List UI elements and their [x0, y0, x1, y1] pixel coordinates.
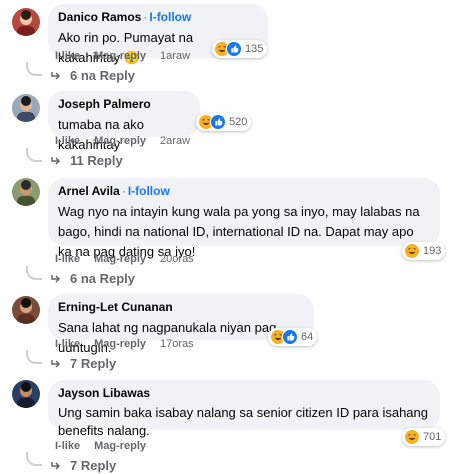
- comment-actions: I-like Mag-reply 17oras: [55, 338, 208, 350]
- avatar[interactable]: [12, 296, 40, 324]
- timestamp[interactable]: 1araw: [160, 50, 190, 62]
- reply-button[interactable]: Mag-reply: [94, 338, 146, 350]
- replies-count: 7 Reply: [70, 356, 117, 371]
- reaction-summary[interactable]: 701: [402, 428, 446, 446]
- like-reaction-icon: [282, 329, 298, 345]
- reaction-count: 520: [229, 116, 248, 128]
- timestamp[interactable]: 2araw: [160, 135, 190, 147]
- follow-button[interactable]: I-follow: [149, 10, 191, 24]
- avatar[interactable]: [12, 8, 40, 36]
- like-button[interactable]: I-like: [55, 50, 80, 62]
- haha-reaction-icon: [404, 429, 420, 445]
- reaction-summary[interactable]: 520: [196, 113, 252, 131]
- avatar[interactable]: [12, 94, 40, 122]
- haha-reaction-icon: [404, 243, 420, 259]
- comment-actions: I-like Mag-reply 20oras: [55, 253, 208, 265]
- reaction-count: 701: [423, 431, 442, 443]
- reply-arrow-icon: [51, 156, 61, 165]
- author-name[interactable]: Arnel Avila: [58, 184, 120, 198]
- reaction-count: 193: [423, 245, 442, 257]
- avatar[interactable]: [12, 178, 40, 206]
- comment-text: Ung samin baka isabay nalang sa senior c…: [58, 405, 428, 438]
- view-replies-button[interactable]: 7 Reply: [50, 458, 116, 473]
- thread-connector: [26, 350, 42, 364]
- reaction-count: 64: [301, 331, 314, 343]
- reply-arrow-icon: [51, 71, 61, 80]
- follow-button[interactable]: I-follow: [128, 184, 170, 198]
- like-button[interactable]: I-like: [55, 440, 80, 452]
- reply-button[interactable]: Mag-reply: [94, 440, 146, 452]
- thread-connector: [26, 148, 42, 162]
- replies-count: 7 Reply: [70, 458, 117, 473]
- thread-connector: [26, 452, 42, 466]
- reaction-summary[interactable]: 193: [402, 242, 446, 260]
- author-name[interactable]: Jayson Libawas: [58, 386, 150, 400]
- reaction-summary[interactable]: 135: [212, 40, 268, 58]
- reply-button[interactable]: Mag-reply: [94, 50, 146, 62]
- timestamp[interactable]: 17oras: [160, 338, 194, 350]
- like-button[interactable]: I-like: [55, 135, 80, 147]
- replies-count: 11 Reply: [70, 153, 123, 168]
- timestamp[interactable]: 20oras: [160, 253, 194, 265]
- reply-arrow-icon: [51, 461, 61, 470]
- author-name[interactable]: Danico Ramos: [58, 10, 141, 24]
- reply-arrow-icon: [51, 359, 61, 368]
- replies-count: 6 na Reply: [70, 271, 136, 286]
- comment-bubble: Joseph Palmero tumaba na ako kakahintay: [48, 91, 200, 152]
- comment-actions: I-like Mag-reply 2araw: [55, 135, 204, 147]
- comment-bubble: Jayson Libawas Ung samin baka isabay nal…: [48, 380, 440, 438]
- thread-connector: [26, 266, 42, 280]
- thread-connector: [26, 62, 42, 76]
- view-replies-button[interactable]: 6 na Reply: [50, 271, 135, 286]
- reply-button[interactable]: Mag-reply: [94, 253, 146, 265]
- view-replies-button[interactable]: 6 na Reply: [50, 68, 135, 83]
- replies-count: 6 na Reply: [70, 68, 136, 83]
- view-replies-button[interactable]: 11 Reply: [50, 153, 123, 168]
- like-reaction-icon: [226, 41, 242, 57]
- view-replies-button[interactable]: 7 Reply: [50, 356, 116, 371]
- reply-arrow-icon: [51, 274, 61, 283]
- like-reaction-icon: [210, 114, 226, 130]
- reaction-count: 135: [245, 43, 264, 55]
- author-name[interactable]: Joseph Palmero: [58, 97, 151, 111]
- reaction-summary[interactable]: 64: [268, 328, 318, 346]
- comment-actions: I-like Mag-reply 1araw: [55, 50, 204, 62]
- comment-bubble: Arnel Avila · I-follow Wag nyo na intayin …: [48, 178, 440, 259]
- like-button[interactable]: I-like: [55, 253, 80, 265]
- avatar[interactable]: [12, 380, 40, 408]
- like-button[interactable]: I-like: [55, 338, 80, 350]
- comment-actions: I-like Mag-reply: [55, 440, 174, 452]
- reply-button[interactable]: Mag-reply: [94, 135, 146, 147]
- author-name[interactable]: Erning-Let Cunanan: [58, 300, 173, 314]
